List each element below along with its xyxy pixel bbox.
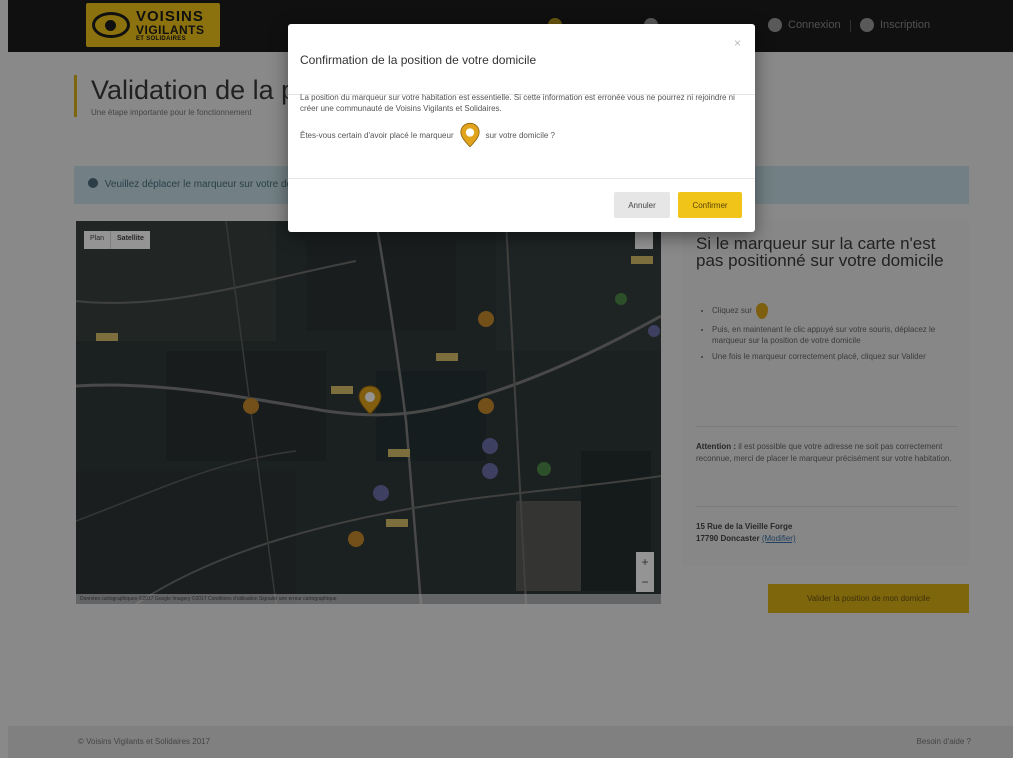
question-text-end: sur votre domicile ? [485, 130, 555, 140]
cancel-button[interactable]: Annuler [614, 192, 670, 218]
dialog-title: Confirmation de la position de votre dom… [300, 53, 537, 67]
question-text-start: Êtes-vous certain d'avoir placé le marqu… [300, 130, 454, 140]
marker-pin-icon [460, 122, 480, 148]
dialog-message: La position du marqueur sur votre habita… [300, 93, 735, 113]
dialog-body: La position du marqueur sur votre habita… [300, 92, 745, 148]
confirm-position-dialog: Confirmation de la position de votre dom… [288, 24, 755, 232]
page: VOISINS VIGILANTS ET SOLIDAIRES Connexio… [0, 0, 1013, 758]
dialog-question: Êtes-vous certain d'avoir placé le marqu… [300, 122, 745, 148]
close-icon[interactable]: × [734, 36, 741, 50]
confirm-button[interactable]: Confirmer [678, 192, 742, 218]
dialog-header: Confirmation de la position de votre dom… [288, 24, 755, 95]
